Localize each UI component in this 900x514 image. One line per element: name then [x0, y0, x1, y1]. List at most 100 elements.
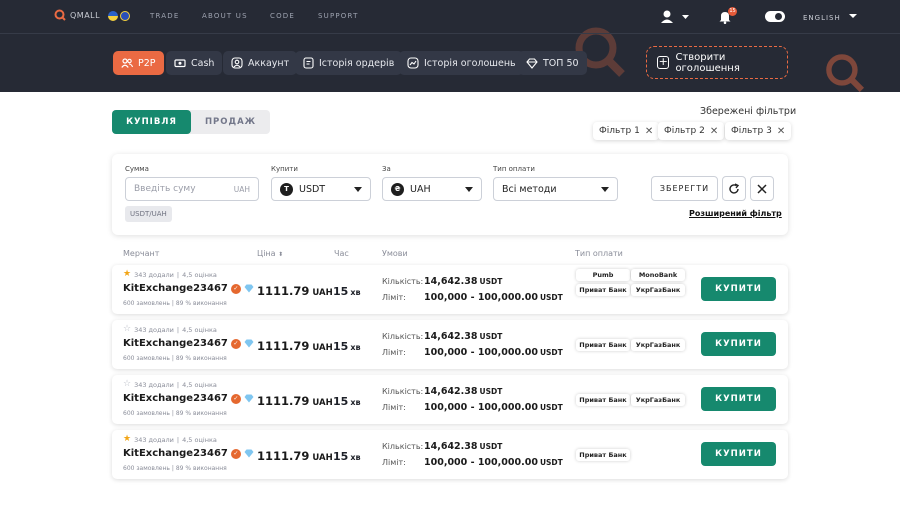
likes-count: 343 додали	[134, 325, 174, 334]
merchant-name[interactable]: KitExchange23467 ✓	[123, 283, 254, 294]
merchant-stats: 600 замовлень | 89 % виконання	[123, 410, 227, 417]
star-icon[interactable]: ☆	[123, 325, 131, 334]
buy-button[interactable]: КУПИТИ	[701, 387, 776, 411]
tab-top-50[interactable]: ТОП 50	[518, 51, 587, 75]
refresh-icon	[729, 182, 740, 194]
tab-label: Аккаунт	[248, 57, 290, 69]
star-icon[interactable]: ☆	[123, 380, 131, 389]
uah-icon: ₴	[391, 182, 404, 196]
close-icon[interactable]: ✕	[710, 126, 718, 137]
payment-method-tag: Приват Банк	[576, 394, 630, 406]
tab-ads-history[interactable]: Історія оголошень	[399, 51, 524, 75]
tab-cash[interactable]: Cash	[166, 51, 223, 75]
amount-label: Сумма	[125, 165, 149, 173]
rating: 4,5 оцінка	[182, 270, 217, 279]
orders-count: 600 замовлень	[123, 465, 170, 472]
merchant-name[interactable]: KitExchange23467 ✓	[123, 393, 254, 404]
orders-count: 600 замовлень	[123, 410, 170, 417]
chip-label: Фільтр 2	[664, 126, 705, 136]
verified-badge-icon: ✓	[230, 448, 241, 459]
buy-currency-select[interactable]: T USDT	[271, 177, 371, 201]
nav-about-us[interactable]: ABOUT US	[202, 12, 248, 20]
limit-unit: USDT	[539, 348, 563, 357]
refresh-button[interactable]	[722, 176, 746, 201]
column-merchant: Мерчант	[123, 249, 160, 258]
limit-value: 100,000 - 100,000.00	[424, 347, 538, 358]
offer-row: ☆ 343 додали | 4,5 оцінка KitExchange234…	[112, 320, 788, 369]
merchant-meta: ☆ 343 додали | 4,5 оцінка	[123, 324, 217, 334]
buy-button[interactable]: КУПИТИ	[701, 442, 776, 466]
user-icon	[661, 10, 689, 23]
header: QMALL TRADE ABOUT US CODE SUPPORT 15 ENG…	[0, 0, 900, 92]
buy-sell-switch: КУПІВЛЯ ПРОДАЖ	[112, 110, 270, 134]
payment-method-tag: MonoBank	[631, 269, 685, 281]
offer-row: ★ 343 додали | 4,5 оцінка KitExchange234…	[112, 430, 788, 479]
theme-toggle[interactable]	[765, 11, 785, 22]
column-price[interactable]: Ціна ⬍	[257, 249, 283, 258]
close-icon[interactable]: ✕	[645, 126, 653, 137]
language-label: ENGLISH	[803, 14, 841, 22]
create-ad-button[interactable]: + Створити оголошення	[646, 46, 788, 79]
tab-p2p[interactable]: P2P	[113, 51, 164, 75]
limit: 100,000 - 100,000.00 USDT	[424, 347, 563, 358]
price: 1111.79 UAH	[257, 394, 333, 408]
merchant-name[interactable]: KitExchange23467 ✓	[123, 448, 254, 459]
create-ad-label: Створити оголошення	[675, 51, 740, 74]
filter-panel: Сумма Введіть суму UAH Купити T USDT За …	[112, 154, 788, 235]
region-flags[interactable]	[108, 11, 130, 21]
payment-time: 15 хв	[333, 450, 361, 463]
limit-unit: USDT	[539, 293, 563, 302]
diamond-icon	[244, 449, 254, 458]
merchant-stats: 600 замовлень | 89 % виконання	[123, 465, 227, 472]
star-icon[interactable]: ★	[123, 435, 131, 444]
tab-order-history[interactable]: Історія ордерів	[295, 51, 403, 75]
quantity-value: 14,642.38	[424, 331, 478, 342]
save-filter-button[interactable]: ЗБЕРЕГТИ	[651, 176, 718, 201]
close-icon[interactable]: ✕	[777, 126, 785, 137]
user-menu[interactable]	[660, 9, 690, 28]
verified-badge-icon: ✓	[230, 338, 241, 349]
chevron-down-icon	[601, 186, 609, 192]
merchant-name-text: KitExchange23467	[123, 448, 228, 459]
buy-toggle[interactable]: КУПІВЛЯ	[112, 110, 191, 134]
saved-filter-chip[interactable]: Фільтр 1 ✕	[593, 122, 660, 140]
sell-toggle[interactable]: ПРОДАЖ	[191, 110, 270, 134]
payment-time: 15 хв	[333, 395, 361, 408]
sort-icon[interactable]: ⬍	[278, 251, 283, 258]
advanced-filter-link[interactable]: Розширений фільтр	[689, 209, 782, 218]
chevron-down-icon	[849, 14, 857, 18]
merchant-name[interactable]: KitExchange23467 ✓	[123, 338, 254, 349]
ads-history-icon	[407, 57, 419, 69]
merchant-meta: ★ 343 додали | 4,5 оцінка	[123, 269, 217, 279]
amount-input[interactable]: Введіть суму UAH	[125, 177, 259, 201]
star-icon[interactable]: ★	[123, 270, 131, 279]
time-value: 15	[333, 395, 349, 408]
amount-unit: UAH	[233, 184, 250, 194]
payment-time: 15 хв	[333, 340, 361, 353]
tab-account[interactable]: Аккаунт	[223, 51, 298, 75]
saved-filter-chip[interactable]: Фільтр 2 ✕	[658, 122, 725, 140]
buy-button[interactable]: КУПИТИ	[701, 277, 776, 301]
for-currency-select[interactable]: ₴ UAH	[382, 177, 482, 201]
completion-rate: 89 % виконання	[175, 300, 227, 307]
time-unit: хв	[350, 398, 361, 407]
buy-button[interactable]: КУПИТИ	[701, 332, 776, 356]
payment-type-select[interactable]: Всі методи	[493, 177, 618, 201]
ukraine-flag-icon	[108, 11, 118, 21]
logo[interactable]: QMALL	[54, 9, 100, 21]
payment-method-tag: Приват Банк	[576, 339, 630, 351]
qmall-logo-icon	[54, 9, 66, 21]
clear-filters-button[interactable]	[750, 176, 774, 201]
language-selector[interactable]: ENGLISH	[803, 12, 858, 22]
quantity-value: 14,642.38	[424, 276, 478, 287]
notifications[interactable]: 15	[718, 7, 737, 28]
nav-trade[interactable]: TRADE	[150, 12, 179, 20]
column-payment: Тип оплати	[575, 249, 623, 258]
pair-tag[interactable]: USDT/UAH	[125, 206, 172, 222]
saved-filter-chip[interactable]: Фільтр 3 ✕	[725, 122, 792, 140]
nav-support[interactable]: SUPPORT	[318, 12, 359, 20]
tab-label: Історія ордерів	[319, 57, 395, 69]
likes-count: 343 додали	[134, 270, 174, 279]
toggle-knob	[775, 13, 782, 20]
nav-code[interactable]: CODE	[270, 12, 295, 20]
